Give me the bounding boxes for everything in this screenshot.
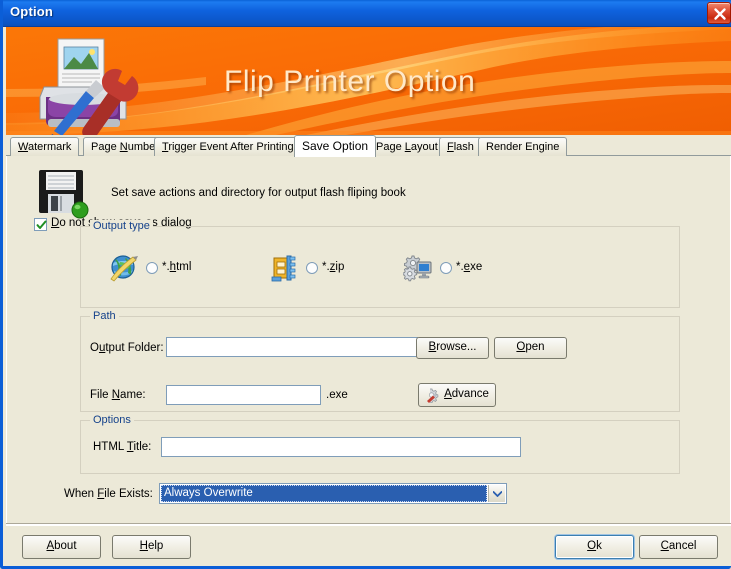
close-icon: [714, 8, 726, 20]
world-globe-icon: [110, 255, 138, 282]
radio-zip[interactable]: [306, 262, 318, 274]
banner: Flip Printer Option: [6, 27, 731, 135]
options-group-label: Options: [90, 414, 134, 426]
advance-gear-icon: [427, 388, 439, 403]
html-title-input[interactable]: [161, 437, 521, 457]
output-folder-label: Output Folder:: [90, 342, 164, 354]
save-option-panel: Set save actions and directory for outpu…: [6, 156, 731, 525]
options-group: Options HTML Title:: [80, 414, 680, 474]
option-dialog-window: Option Flip Printer Option Watermark Pag…: [0, 0, 731, 569]
open-button[interactable]: Open: [494, 337, 567, 359]
tab-render-engine[interactable]: Render Engine: [478, 137, 568, 156]
path-group: Path Output Folder: Browse... Open File …: [80, 310, 680, 412]
tab-strip: Watermark Page Number Trigger Event Afte…: [6, 135, 731, 157]
radio-html[interactable]: [146, 262, 158, 274]
combobox-arrow[interactable]: [488, 485, 505, 502]
file-name-input[interactable]: [166, 385, 321, 405]
output-type-group: Output type *.html *.zip *.exe: [80, 220, 680, 308]
file-name-label: File Name:: [90, 389, 146, 401]
radio-exe[interactable]: [440, 262, 452, 274]
tab-trigger-event-after-printing[interactable]: Trigger Event After Printing: [154, 137, 302, 156]
output-type-label-html: *.html: [162, 261, 192, 273]
output-folder-input[interactable]: [166, 337, 418, 357]
floppy-disk-icon: [39, 170, 89, 219]
footer-bar: About Help Ok Cancel: [6, 525, 731, 566]
panel-description: Set save actions and directory for outpu…: [111, 187, 406, 199]
when-file-exists-combobox[interactable]: Always Overwrite: [159, 483, 507, 504]
printer-tools-icon: [39, 38, 139, 135]
window-title: Option: [10, 4, 54, 19]
about-button[interactable]: About: [22, 535, 101, 559]
gears-monitor-icon: [403, 255, 432, 282]
title-bar: Option: [3, 0, 731, 27]
zip-archive-icon: [271, 255, 296, 282]
checkmark-icon: [36, 220, 47, 229]
output-type-label-zip: *.zip: [322, 261, 345, 273]
browse-button[interactable]: Browse...: [416, 337, 489, 359]
tab-flash[interactable]: Flash: [439, 137, 482, 156]
html-title-label: HTML Title:: [93, 441, 152, 453]
output-type-label-exe: *.exe: [456, 261, 483, 273]
tab-watermark[interactable]: Watermark: [10, 137, 80, 156]
help-button[interactable]: Help: [112, 535, 191, 559]
banner-title: Flip Printer Option: [224, 65, 476, 98]
chevron-down-icon: [492, 490, 502, 497]
tab-page-layout[interactable]: Page Layout: [368, 137, 446, 156]
checkbox-box[interactable]: [34, 218, 47, 231]
advance-button[interactable]: Advance: [418, 383, 496, 407]
path-group-label: Path: [90, 310, 119, 322]
footer-separator: [6, 523, 731, 524]
close-button[interactable]: [707, 2, 731, 24]
when-file-exists-label: When File Exists:: [64, 488, 153, 500]
ok-button[interactable]: Ok: [555, 535, 634, 559]
cancel-button[interactable]: Cancel: [639, 535, 718, 559]
output-type-group-label: Output type: [90, 220, 153, 232]
tab-save-option[interactable]: Save Option: [294, 135, 377, 157]
when-file-exists-value: Always Overwrite: [161, 485, 487, 502]
file-name-suffix: .exe: [326, 389, 348, 401]
